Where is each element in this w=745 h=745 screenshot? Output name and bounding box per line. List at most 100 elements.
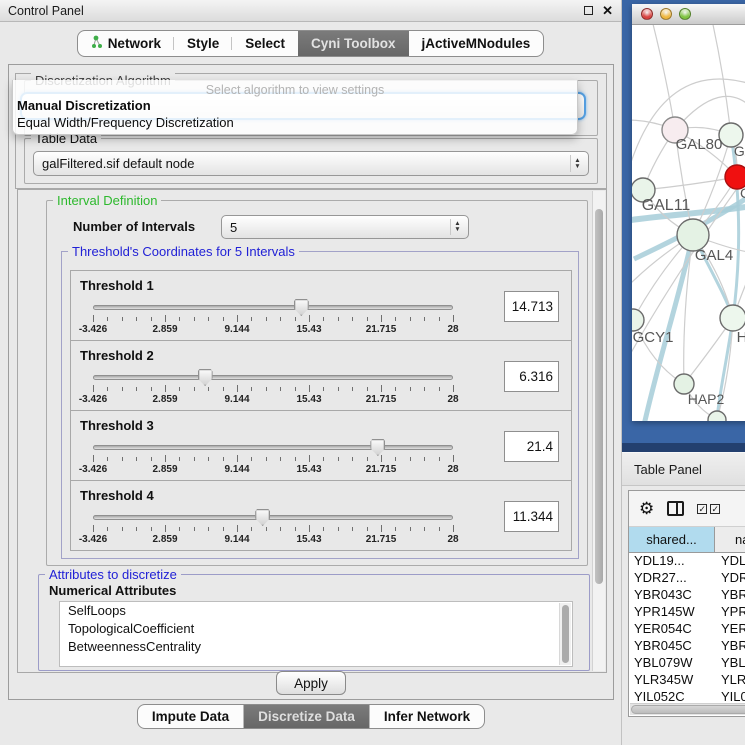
stepper-arrows-icon: ▲▼ [570,155,584,172]
node-table: ⚙ ✓ ✓ shared... na YDL19...YDL1YDR27...Y… [628,490,745,717]
numerical-attributes-label: Numerical Attributes [49,583,176,598]
threshold-1-value-field[interactable]: 14.713 [504,291,559,322]
table-toolbar: ⚙ ✓ ✓ [629,491,745,527]
tab-jactivemnodules[interactable]: jActiveMNodules [409,31,544,56]
control-panel-titlebar: Control Panel ✕ [0,0,621,22]
tab-impute-data[interactable]: Impute Data [138,705,244,728]
slider-track[interactable] [93,305,453,310]
network-node[interactable] [708,411,726,421]
attribute-list-item[interactable]: SelfLoops [60,602,572,620]
num-intervals-label: Number of Intervals [73,219,195,234]
stepper-arrows-icon: ▲▼ [450,219,464,235]
network-window-titlebar [632,4,745,25]
algorithm-dropdown-popup: Select algorithm to view settings Manual… [12,80,578,135]
column-header-shared-name[interactable]: shared... [629,527,715,552]
checkbox-checked-icon[interactable]: ✓ [710,504,720,514]
thresholds-group: Threshold's Coordinates for 5 Intervals … [61,251,579,559]
control-panel-window: Control Panel ✕ Network [0,0,622,745]
num-intervals-combobox[interactable]: 5 ▲▼ [221,215,469,239]
threshold-4-value-field[interactable]: 11.344 [504,501,559,532]
slider-track[interactable] [93,445,453,450]
settings-scrollpane: Interval Definition Number of Intervals … [17,189,607,673]
attributes-group: Attributes to discretize Numerical Attri… [38,574,590,671]
threshold-3-value-field[interactable]: 21.4 [504,431,559,462]
close-traffic-light-icon[interactable] [641,8,653,20]
network-edge-highlighted [731,135,739,318]
table-horizontal-scrollbar[interactable] [630,703,745,715]
gear-icon[interactable]: ⚙ [639,500,654,517]
group-title: Threshold's Coordinates for 5 Intervals [68,244,299,259]
slider-ticks [93,455,453,463]
table-header-row: shared... na [629,527,745,553]
minimize-traffic-light-icon[interactable] [660,8,672,20]
network-node-label: GAL11 [642,197,691,214]
network-node[interactable] [632,309,644,331]
attribute-list-item[interactable]: TopologicalCoefficient [60,620,572,638]
table-data-combobox[interactable]: galFiltered.sif default node ▲▼ [33,151,589,176]
threshold-4-slider[interactable]: -3.4262.8599.14415.4321.71528 [93,513,453,543]
threshold-2-slider[interactable]: -3.4262.8599.14415.4321.71528 [93,373,453,403]
network-view-window: GAL80GACGAL11GAL4GCY1HHAP2 [632,4,745,421]
close-icon[interactable]: ✕ [602,6,613,16]
threshold-3-slider[interactable]: -3.4262.8599.14415.4321.71528 [93,443,453,473]
network-canvas[interactable]: GAL80GACGAL11GAL4GCY1HHAP2 [632,25,745,421]
threshold-label: Threshold 3 [80,418,154,433]
slider-ticks [93,525,453,533]
table-row[interactable]: YBR045CYBR0 [629,638,745,655]
table-panel-body: ⚙ ✓ ✓ shared... na YDL19...YDL1YDR27...Y… [622,486,745,745]
network-node-label: C [740,185,745,201]
table-row[interactable]: YBR043CYBR0 [629,587,745,604]
table-row[interactable]: YPR145WYPR1 [629,604,745,621]
table-row[interactable]: YBL079WYBL0 [629,655,745,672]
dropdown-option-equal-width-frequency[interactable]: Equal Width/Frequency Discretization [13,114,577,131]
table-row[interactable]: YDR27...YDR2 [629,570,745,587]
network-node[interactable] [720,305,745,331]
slider-ticks [93,385,453,393]
attributes-scrollbar[interactable] [559,603,571,665]
slider-track[interactable] [93,375,453,380]
checkbox-checked-icon[interactable]: ✓ [697,504,707,514]
apply-button[interactable]: Apply [276,671,346,695]
tab-label: jActiveMNodules [422,36,531,51]
threshold-2-value-field[interactable]: 6.316 [504,361,559,392]
tab-cyni-toolbox[interactable]: Cyni Toolbox [298,31,409,56]
interval-definition-group: Interval Definition Number of Intervals … [46,200,588,566]
slider-thumb[interactable] [255,509,270,526]
cyni-toolbox-panel: Discretization Algorithm Table Data galF… [8,64,614,700]
table-row[interactable]: YLR345WYLR3 [629,672,745,689]
network-node-label: GAL80 [676,136,723,153]
network-icon [91,35,103,52]
tab-infer-network[interactable]: Infer Network [370,705,484,728]
tab-discretize-data[interactable]: Discretize Data [244,705,370,728]
float-window-icon[interactable] [584,6,593,15]
table-panel-title: Table Panel [634,462,702,477]
slider-tick-labels: -3.4262.8599.14415.4321.71528 [93,394,453,406]
zoom-traffic-light-icon[interactable] [679,8,691,20]
settings-vertical-scrollbar[interactable] [592,191,605,671]
tab-label: Select [245,36,285,51]
column-header-name[interactable]: na [715,527,745,552]
threshold-1-slider[interactable]: -3.4262.8599.14415.4321.71528 [93,303,453,333]
split-columns-icon[interactable] [667,501,684,516]
attributes-listbox[interactable]: SelfLoopsTopologicalCoefficientBetweenne… [59,601,573,667]
network-edge [643,177,737,190]
tab-label: Network [108,36,161,51]
slider-thumb[interactable] [370,439,385,456]
table-row[interactable]: YDL19...YDL1 [629,553,745,570]
network-node-label: HAP2 [688,391,725,407]
table-row[interactable]: YER054CYER0 [629,621,745,638]
slider-thumb[interactable] [198,369,213,386]
slider-thumb[interactable] [294,299,309,316]
tab-network[interactable]: Network [78,31,174,56]
network-node-label: H [737,329,745,346]
tab-style[interactable]: Style [174,31,232,56]
threshold-2-panel: Threshold 2 -3.4262.8599.14415.4321.7152… [70,340,572,411]
threshold-label: Threshold 4 [80,488,154,503]
top-tabbar: Network Style Select Cyni Toolbox jActiv… [77,30,545,57]
slider-track[interactable] [93,515,453,520]
combobox-value: 5 [230,220,237,235]
dropdown-option-manual-discretization[interactable]: Manual Discretization [13,97,577,114]
threshold-label: Threshold 2 [80,348,154,363]
tab-select[interactable]: Select [232,31,298,56]
attribute-list-item[interactable]: BetweennessCentrality [60,638,572,656]
